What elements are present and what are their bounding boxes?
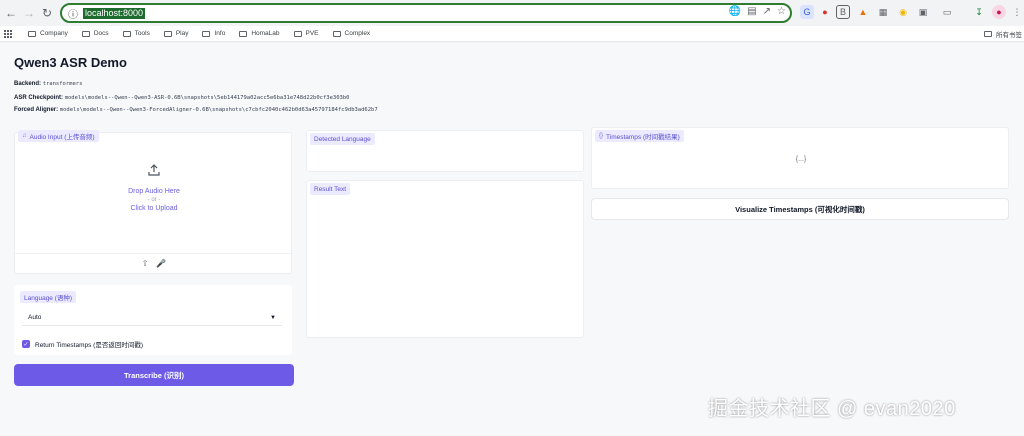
- backend-label: Backend:: [14, 81, 42, 87]
- result-text-label: Result Text: [310, 183, 351, 195]
- asr-checkpoint-info: ASR Checkpoint: models\models--Qwen--Qwe…: [14, 95, 349, 101]
- download-icon[interactable]: ↧: [972, 5, 986, 19]
- page-title: Qwen3 ASR Demo: [14, 55, 127, 70]
- bookmark-label: Info: [214, 30, 226, 37]
- language-selected-value: Auto: [28, 314, 42, 321]
- address-bar[interactable]: ⓘ localhost:8000 🌐 ▤ ↗ ☆: [60, 3, 792, 23]
- translate-icon[interactable]: 🌐: [729, 6, 741, 17]
- bookmark-folder[interactable]: Complex: [332, 30, 371, 37]
- extension-icon[interactable]: B: [836, 5, 850, 19]
- bookmark-folder[interactable]: Info: [202, 30, 225, 37]
- audio-upload[interactable]: ♫ Audio Input (上传音频) Drop Audio Here - o…: [14, 130, 293, 274]
- audio-input-label-text: Audio Input (上传音频): [29, 134, 95, 141]
- upload-icon: [148, 164, 160, 176]
- bookmark-folder[interactable]: Docs: [81, 30, 109, 37]
- detected-language-label-text: Detected Language: [314, 135, 371, 143]
- back-icon[interactable]: ←: [2, 4, 20, 22]
- folder-icon: [202, 30, 211, 37]
- aligner-label: Forced Aligner:: [14, 107, 59, 113]
- folder-icon: [28, 30, 36, 37]
- extension-icon[interactable]: G: [800, 5, 814, 19]
- folder-icon: [122, 30, 131, 37]
- apps-grid-icon[interactable]: [4, 29, 12, 38]
- url-text[interactable]: localhost:8000: [83, 7, 146, 19]
- folder-icon: [163, 30, 172, 37]
- or-text: - or -: [147, 197, 161, 203]
- aligner-info: Forced Aligner: models\models--Qwen--Qwe…: [14, 107, 378, 113]
- detected-language-box: Detected Language: [306, 130, 584, 172]
- bookmark-label: Play: [175, 30, 189, 37]
- bookmark-label: Docs: [93, 30, 109, 37]
- extension-icon[interactable]: ▲: [856, 5, 870, 19]
- folder-icon: [332, 30, 341, 37]
- timestamps-box: {} Timestamps (时间戳结果) {...}: [591, 127, 1009, 189]
- aligner-value: models\models--Qwen--Qwen3-ForcedAligner…: [59, 107, 378, 113]
- bookmark-label: Complex: [344, 30, 371, 37]
- bookmark-star-icon[interactable]: ☆: [777, 6, 786, 17]
- bookmark-folder[interactable]: Company: [28, 30, 68, 37]
- bookmark-folder[interactable]: HomaLab: [239, 30, 280, 37]
- extension-icon[interactable]: ▦: [876, 5, 890, 19]
- extension-icon[interactable]: ●: [818, 5, 832, 19]
- extensions-puzzle-icon[interactable]: ▣: [916, 5, 930, 19]
- drop-audio-text: Drop Audio Here: [128, 188, 180, 195]
- microphone-icon[interactable]: 🎤: [156, 259, 166, 268]
- language-panel: Language (语种) Auto ▼ ✓ Return Timestamps…: [14, 285, 292, 355]
- music-note-icon: ♫: [22, 133, 27, 139]
- sidepanel-icon[interactable]: ▭: [940, 5, 954, 19]
- all-bookmarks[interactable]: 所有书签: [984, 29, 1022, 39]
- transcribe-button[interactable]: Transcribe (识别): [14, 364, 294, 386]
- language-label: Language (语种): [20, 291, 77, 303]
- caret-down-icon: ▼: [270, 314, 276, 321]
- folder-icon: [239, 30, 248, 37]
- watermark: 掘金技术社区 @ evan2020: [708, 398, 956, 420]
- upload-dropzone[interactable]: Drop Audio Here - or - Click to Upload: [15, 163, 293, 212]
- upload-source-icon[interactable]: ⇧: [142, 259, 149, 268]
- menu-icon[interactable]: ⋮: [1010, 5, 1024, 19]
- bookmark-folder[interactable]: Play: [163, 30, 189, 37]
- asr-value: models\models--Qwen--Qwen3-ASR-0.6B\snap…: [64, 95, 350, 101]
- asr-label: ASR Checkpoint:: [14, 95, 64, 101]
- bookmark-folder[interactable]: PVE: [293, 30, 319, 37]
- detected-language-label: Detected Language: [310, 133, 375, 145]
- reload-icon[interactable]: ↻: [38, 4, 56, 22]
- all-bookmarks-label: 所有书签: [996, 31, 1022, 39]
- return-timestamps-checkbox[interactable]: ✓: [22, 340, 30, 348]
- result-text-box[interactable]: Result Text: [306, 180, 584, 338]
- timestamps-label: {} Timestamps (时间戳结果): [595, 130, 684, 142]
- audio-input-label: ♫ Audio Input (上传音频): [18, 130, 99, 142]
- bookmark-folder[interactable]: Tools: [122, 30, 150, 37]
- extension-icon[interactable]: ◉: [896, 5, 910, 19]
- site-info-icon[interactable]: ⓘ: [65, 5, 81, 21]
- folder-icon: [984, 30, 992, 37]
- folder-icon: [293, 30, 302, 37]
- cast-icon[interactable]: ▤: [747, 6, 756, 17]
- timestamps-json-placeholder: {...}: [795, 156, 807, 163]
- result-text-label-text: Result Text: [314, 185, 347, 193]
- return-timestamps-option[interactable]: ✓ Return Timestamps (是否返回时间戳): [22, 339, 143, 349]
- bookmark-label: Company: [40, 30, 68, 37]
- folder-icon: [81, 30, 90, 37]
- browser-toolbar: ← → ↻ ⓘ localhost:8000 🌐 ▤ ↗ ☆ G ● B ▲ ▦…: [0, 0, 1024, 26]
- bookmarks-bar: Company Docs Tools Play Info HomaLab PVE…: [0, 26, 1024, 42]
- bookmark-label: Tools: [134, 30, 150, 37]
- forward-icon[interactable]: →: [20, 4, 38, 22]
- timestamps-label-text: Timestamps (时间戳结果): [606, 134, 680, 141]
- bookmark-label: HomaLab: [251, 30, 280, 37]
- share-icon[interactable]: ↗: [763, 6, 771, 17]
- click-to-upload-text[interactable]: Click to Upload: [15, 205, 293, 212]
- upload-source-bar: ⇧ 🎤: [15, 253, 293, 273]
- language-select[interactable]: Auto ▼: [22, 310, 282, 326]
- avatar[interactable]: ●: [992, 5, 1006, 19]
- backend-value: transformers: [42, 81, 83, 87]
- return-timestamps-label: Return Timestamps (是否返回时间戳): [35, 342, 143, 349]
- visualize-timestamps-button[interactable]: Visualize Timestamps (可视化时间戳): [591, 198, 1009, 220]
- language-label-text: Language (语种): [24, 295, 73, 302]
- braces-icon: {}: [599, 133, 604, 139]
- backend-info: Backend: transformers: [14, 81, 82, 87]
- bookmark-label: PVE: [305, 30, 319, 37]
